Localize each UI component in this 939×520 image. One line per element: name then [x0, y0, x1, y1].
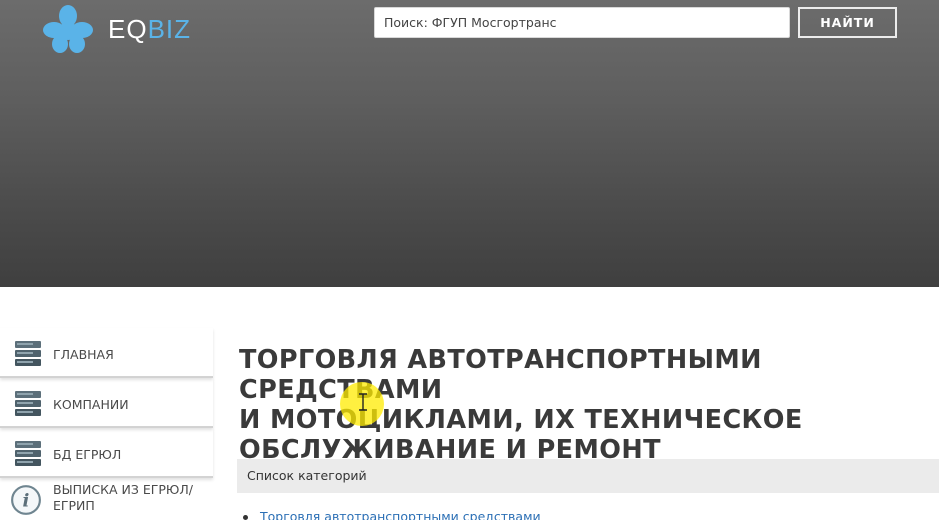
categories-header: Список категорий: [237, 459, 939, 493]
sidebar-item-label: КОМПАНИИ: [53, 397, 129, 412]
search-button[interactable]: НАЙТИ: [798, 7, 897, 38]
sidebar-item-egrul-extract[interactable]: i ВЫПИСКА ИЗ ЕГРЮЛ/ ЕГРИП: [0, 478, 213, 520]
logo-text-biz: BIZ: [147, 14, 192, 44]
category-link[interactable]: Торговля автотранспортными средствами: [260, 509, 541, 520]
sidebar-item-label: ВЫПИСКА ИЗ ЕГРЮЛ/ ЕГРИП: [53, 482, 193, 514]
sidebar-item-label: ГЛАВНАЯ: [53, 347, 114, 362]
server-stack-icon: [15, 341, 41, 366]
sidebar-item-egrul-db[interactable]: БД ЕГРЮЛ: [0, 428, 213, 478]
logo-text-eq: EQ: [108, 14, 148, 44]
logo-text: EQBIZ: [108, 14, 191, 45]
category-list: Торговля автотранспортными средствами: [243, 508, 541, 520]
server-stack-icon: [15, 441, 41, 466]
page-title-line: И МОТОЦИКЛАМИ, ИХ ТЕХНИЧЕСКОЕ: [239, 405, 803, 435]
sidebar-item-home[interactable]: ГЛАВНАЯ: [0, 328, 213, 378]
sidebar-item-label-line: ВЫПИСКА ИЗ ЕГРЮЛ/: [53, 482, 193, 497]
logo[interactable]: EQBIZ: [40, 4, 240, 54]
list-item: Торговля автотранспортными средствами: [243, 508, 541, 520]
server-stack-icon: [15, 391, 41, 416]
sidebar-item-label: БД ЕГРЮЛ: [53, 447, 122, 462]
sidebar: ГЛАВНАЯ КОМПАНИИ БД ЕГРЮЛ i ВЫПИСКА ИЗ Е…: [0, 328, 215, 520]
search-input[interactable]: [374, 7, 790, 38]
svg-text:i: i: [23, 490, 30, 511]
header: EQBIZ НАЙТИ: [0, 0, 939, 287]
text-cursor-icon: [359, 393, 367, 411]
sidebar-item-label-line: ЕГРИП: [53, 498, 95, 513]
info-icon: i: [11, 485, 41, 515]
sidebar-item-companies[interactable]: КОМПАНИИ: [0, 378, 213, 428]
page-title-line: ТОРГОВЛЯ АВТОТРАНСПОРТНЫМИ СРЕДСТВАМИ: [239, 345, 762, 405]
categories-label: Список категорий: [247, 468, 367, 483]
logo-flower-icon: [43, 5, 93, 53]
